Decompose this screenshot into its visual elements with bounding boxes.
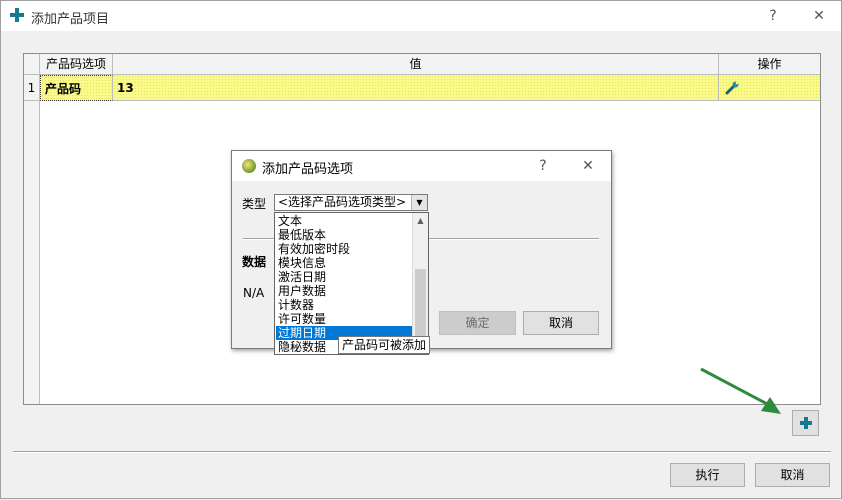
combo-value: <选择产品码选项类型> — [278, 195, 407, 209]
wrench-icon[interactable] — [725, 81, 739, 95]
dialog-close-button[interactable]: ✕ — [578, 156, 598, 176]
grid-corner — [24, 54, 40, 75]
help-button[interactable]: ? — [763, 6, 783, 26]
window-title: 添加产品项目 — [31, 12, 110, 27]
option-license-count[interactable]: 许可数量 — [276, 312, 413, 326]
footer-separator — [13, 451, 831, 453]
app-icon — [242, 159, 256, 173]
value-cell[interactable]: 13 — [113, 75, 719, 101]
dialog-help-button[interactable]: ? — [533, 156, 553, 176]
column-header-action[interactable]: 操作 — [719, 54, 820, 75]
action-cell[interactable] — [719, 75, 820, 101]
tooltip: 产品码可被添加 — [338, 336, 431, 354]
ok-button[interactable]: 确定 — [439, 311, 516, 335]
column-header-option[interactable]: 产品码选项 — [40, 54, 113, 75]
na-text: N/A — [243, 286, 265, 300]
type-dropdown-list[interactable]: 文本 最低版本 有效加密时段 模块信息 激活日期 用户数据 计数器 许可数量 过… — [274, 212, 429, 355]
plus-icon — [800, 417, 812, 429]
option-min-version[interactable]: 最低版本 — [276, 228, 413, 242]
type-combobox[interactable]: <选择产品码选项类型> ▼ — [274, 194, 428, 211]
option-user-data[interactable]: 用户数据 — [276, 284, 413, 298]
chevron-down-icon[interactable]: ▼ — [411, 195, 427, 210]
cancel-button[interactable]: 取消 — [755, 463, 830, 487]
dialog-title: 添加产品码选项 — [262, 162, 354, 177]
option-activation-date[interactable]: 激活日期 — [276, 270, 413, 284]
option-encryption-period[interactable]: 有效加密时段 — [276, 242, 413, 256]
data-label: 数据 — [242, 255, 267, 269]
title-bar: 添加产品项目 ? ✕ — [1, 1, 841, 31]
dialog-cancel-button[interactable]: 取消 — [523, 311, 599, 335]
option-module-info[interactable]: 模块信息 — [276, 256, 413, 270]
option-counter[interactable]: 计数器 — [276, 298, 413, 312]
plus-icon — [10, 8, 24, 22]
option-cell[interactable]: 产品码 — [40, 75, 113, 101]
column-header-value[interactable]: 值 — [113, 54, 719, 75]
close-button[interactable]: ✕ — [809, 6, 829, 26]
dialog-title-bar: 添加产品码选项 ? ✕ — [232, 151, 611, 181]
option-text[interactable]: 文本 — [276, 214, 413, 228]
grid-row-header-strip — [24, 101, 40, 404]
dropdown-scrollbar[interactable]: ▲ — [412, 213, 428, 354]
row-index: 1 — [24, 75, 40, 101]
add-button[interactable] — [792, 410, 819, 436]
execute-button[interactable]: 执行 — [670, 463, 745, 487]
scroll-up-icon[interactable]: ▲ — [413, 213, 428, 228]
type-label: 类型 — [242, 197, 267, 211]
